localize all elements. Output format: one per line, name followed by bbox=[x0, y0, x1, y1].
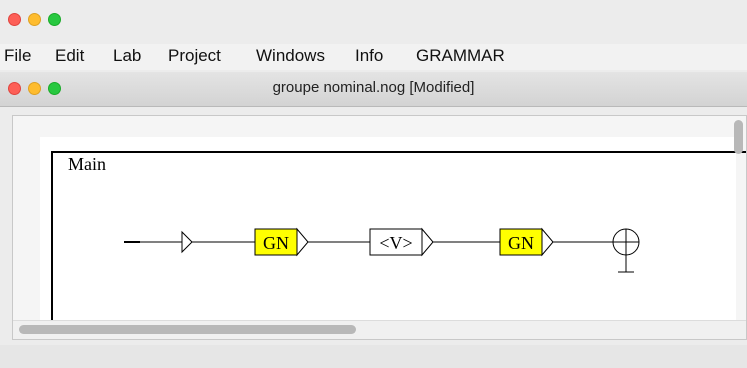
node-gn-2[interactable]: GN bbox=[499, 227, 554, 257]
final-node[interactable] bbox=[612, 228, 640, 273]
close-window-button[interactable] bbox=[8, 13, 21, 26]
menu-project[interactable]: Project bbox=[168, 46, 221, 66]
zoom-window-button[interactable] bbox=[48, 13, 61, 26]
menu-bar: File Edit Lab Project Windows Info GRAMM… bbox=[0, 44, 747, 70]
status-bar bbox=[0, 345, 747, 368]
document-title: groupe nominal.nog [Modified] bbox=[272, 79, 475, 96]
horizontal-scrollbar[interactable] bbox=[13, 320, 746, 339]
document-titlebar: groupe nominal.nog [Modified] bbox=[0, 72, 747, 107]
menu-grammar[interactable]: GRAMMAR bbox=[416, 46, 505, 66]
graph-diagram[interactable]: GN <V> GN bbox=[13, 116, 746, 321]
menu-edit[interactable]: Edit bbox=[55, 46, 84, 66]
menu-info[interactable]: Info bbox=[355, 46, 383, 66]
node-gn-1-label: GN bbox=[263, 233, 289, 253]
menu-lab[interactable]: Lab bbox=[113, 46, 141, 66]
menu-file[interactable]: File bbox=[4, 46, 31, 66]
minimize-window-button[interactable] bbox=[28, 13, 41, 26]
node-gn-1[interactable]: GN bbox=[254, 227, 309, 257]
node-gn-2-label: GN bbox=[508, 233, 534, 253]
vertical-scrollbar-thumb[interactable] bbox=[734, 120, 743, 154]
graph-editor-panel[interactable]: Main GN <V> GN bbox=[12, 115, 747, 340]
initial-arrow-node[interactable] bbox=[181, 230, 193, 254]
horizontal-scrollbar-thumb[interactable] bbox=[19, 325, 356, 334]
app-titlebar bbox=[0, 0, 747, 40]
node-verb-label: <V> bbox=[379, 233, 412, 253]
menu-windows[interactable]: Windows bbox=[256, 46, 325, 66]
node-verb[interactable]: <V> bbox=[369, 227, 434, 257]
